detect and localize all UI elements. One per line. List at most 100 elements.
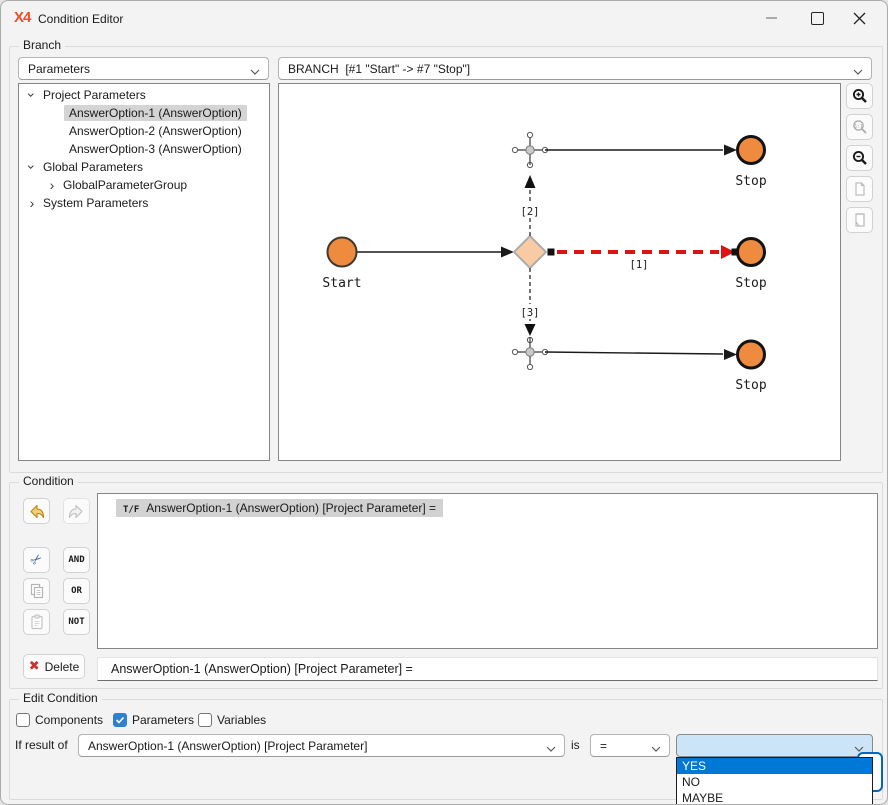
tree-expander-icon[interactable]: › bbox=[26, 89, 38, 101]
parameter-source-select[interactable]: Parameters bbox=[18, 57, 269, 80]
condition-item-text: AnswerOption-1 (AnswerOption) [Project P… bbox=[146, 501, 436, 515]
page-outline-icon bbox=[852, 212, 868, 228]
dropdown-option-yes[interactable]: YES bbox=[677, 758, 872, 774]
dropdown-option-no[interactable]: NO bbox=[677, 774, 872, 790]
handle[interactable] bbox=[512, 349, 517, 354]
condition-editor-window: X4 Condition Editor Branch Parameters BR… bbox=[0, 0, 888, 805]
redo-button[interactable] bbox=[63, 498, 90, 524]
tree-item-label: AnswerOption-2 (AnswerOption) bbox=[64, 123, 247, 139]
zoom-actual-size-icon: 1:1 bbox=[852, 119, 868, 135]
tree-item-globalparametergroup[interactable]: › GlobalParameterGroup bbox=[46, 176, 192, 194]
window-title: Condition Editor bbox=[38, 12, 123, 26]
edge-2-label: [2] bbox=[521, 206, 540, 218]
condition-list[interactable]: T/F AnswerOption-1 (AnswerOption) [Proje… bbox=[97, 493, 878, 649]
maximize-button[interactable] bbox=[795, 1, 839, 35]
stop-node-3-label: Stop bbox=[735, 378, 766, 393]
scissors-icon: ✂ bbox=[27, 551, 45, 569]
page-icon bbox=[852, 181, 868, 197]
close-icon bbox=[853, 12, 866, 25]
expression-select[interactable]: AnswerOption-1 (AnswerOption) [Project P… bbox=[78, 734, 565, 757]
tree-item-label: GlobalParameterGroup bbox=[58, 177, 192, 193]
not-button-label: NOT bbox=[68, 617, 84, 627]
tree-item-label: AnswerOption-1 (AnswerOption) bbox=[64, 105, 247, 121]
undo-icon bbox=[28, 504, 45, 519]
delete-button[interactable]: ✖ Delete bbox=[23, 654, 85, 679]
not-button[interactable]: NOT bbox=[63, 609, 90, 635]
expression-select-value: AnswerOption-1 (AnswerOption) [Project P… bbox=[88, 739, 367, 753]
decision-node[interactable] bbox=[514, 236, 546, 268]
tree-expander-icon[interactable]: › bbox=[26, 197, 38, 209]
tree-item-project-parameters[interactable]: › Project Parameters bbox=[26, 86, 151, 104]
edge-to-stop-3[interactable] bbox=[545, 352, 723, 354]
paste-button[interactable] bbox=[23, 609, 50, 635]
junction-node-top[interactable] bbox=[526, 146, 534, 154]
components-checkbox-label[interactable]: Components bbox=[35, 713, 103, 728]
and-button-label: AND bbox=[68, 555, 84, 565]
tree-expander-icon[interactable]: › bbox=[26, 161, 38, 173]
condition-type-badge: T/F bbox=[123, 505, 139, 515]
fit-selection-button[interactable] bbox=[846, 207, 873, 233]
parameters-checkbox-label[interactable]: Parameters bbox=[132, 713, 194, 728]
or-button[interactable]: OR bbox=[63, 578, 90, 604]
zoom-actual-size-button[interactable]: 1:1 bbox=[846, 114, 873, 140]
handle[interactable] bbox=[512, 147, 517, 152]
option-label: NO bbox=[682, 775, 700, 789]
condition-result-text: AnswerOption-1 (AnswerOption) [Project P… bbox=[111, 662, 413, 676]
components-checkbox[interactable] bbox=[16, 713, 30, 727]
stop-node-2-label: Stop bbox=[735, 276, 766, 291]
tree-expander-icon[interactable]: › bbox=[46, 179, 58, 191]
undo-button[interactable] bbox=[23, 498, 50, 524]
arrowhead-up bbox=[525, 175, 536, 188]
stop-node-2[interactable] bbox=[738, 239, 765, 266]
tree-item-answeroption-1[interactable]: › AnswerOption-1 (AnswerOption) bbox=[52, 104, 247, 122]
variables-checkbox-label[interactable]: Variables bbox=[217, 713, 266, 728]
start-node[interactable] bbox=[328, 238, 357, 267]
chevron-down-icon bbox=[250, 65, 260, 79]
redo-icon bbox=[68, 504, 85, 519]
and-button[interactable]: AND bbox=[63, 547, 90, 573]
parameter-tree: › Project Parameters › AnswerOption-1 (A… bbox=[18, 83, 270, 461]
handle[interactable] bbox=[527, 132, 532, 137]
parameter-source-value: Parameters bbox=[28, 62, 90, 76]
value-select-dropdown: YES NO MAYBE bbox=[676, 757, 873, 805]
copy-button[interactable] bbox=[23, 578, 50, 604]
branch-select[interactable]: BRANCH [#1 "Start" -> #7 "Stop"] bbox=[278, 57, 872, 80]
flow-diagram: Start [2] Stop [1] bbox=[279, 84, 840, 460]
zoom-out-button[interactable] bbox=[846, 145, 873, 171]
condition-result-field: AnswerOption-1 (AnswerOption) [Project P… bbox=[97, 657, 878, 681]
condition-list-selected-item[interactable]: T/F AnswerOption-1 (AnswerOption) [Proje… bbox=[116, 499, 443, 517]
title-bar: X4 Condition Editor bbox=[1, 1, 887, 37]
tree-item-answeroption-2[interactable]: › AnswerOption-2 (AnswerOption) bbox=[52, 122, 247, 140]
operator-select[interactable]: = bbox=[590, 734, 670, 757]
dropdown-option-maybe[interactable]: MAYBE bbox=[677, 790, 872, 805]
arrowhead-down bbox=[525, 324, 536, 336]
if-result-of-label: If result of bbox=[15, 738, 68, 752]
stop-node-3[interactable] bbox=[738, 341, 765, 368]
value-select[interactable] bbox=[676, 734, 873, 757]
fit-page-button[interactable] bbox=[846, 176, 873, 202]
zoom-in-button[interactable] bbox=[846, 83, 873, 109]
condition-group-label: Condition bbox=[19, 474, 78, 488]
tree-item-global-parameters[interactable]: › Global Parameters bbox=[26, 158, 148, 176]
tree-item-label: AnswerOption-3 (AnswerOption) bbox=[64, 141, 247, 157]
start-node-label: Start bbox=[322, 276, 361, 291]
arrowhead bbox=[501, 247, 514, 258]
cut-button[interactable]: ✂ bbox=[23, 547, 50, 573]
tree-item-answeroption-3[interactable]: › AnswerOption-3 (AnswerOption) bbox=[52, 140, 247, 158]
delete-button-label: Delete bbox=[45, 660, 80, 674]
maximize-icon bbox=[811, 12, 824, 25]
tree-item-system-parameters[interactable]: › System Parameters bbox=[26, 194, 153, 212]
junction-node-bottom[interactable] bbox=[526, 348, 534, 356]
minimize-icon bbox=[766, 17, 777, 19]
handle[interactable] bbox=[527, 364, 532, 369]
zoom-in-icon bbox=[852, 88, 868, 104]
check-icon bbox=[115, 715, 125, 725]
parameters-checkbox[interactable] bbox=[113, 713, 127, 727]
edge-1-handle[interactable] bbox=[548, 249, 555, 256]
close-button[interactable] bbox=[837, 1, 881, 35]
option-label: YES bbox=[682, 759, 706, 773]
minimize-button[interactable] bbox=[749, 1, 793, 35]
chevron-down-icon bbox=[546, 742, 556, 756]
variables-checkbox[interactable] bbox=[198, 713, 212, 727]
stop-node-1[interactable] bbox=[738, 137, 765, 164]
